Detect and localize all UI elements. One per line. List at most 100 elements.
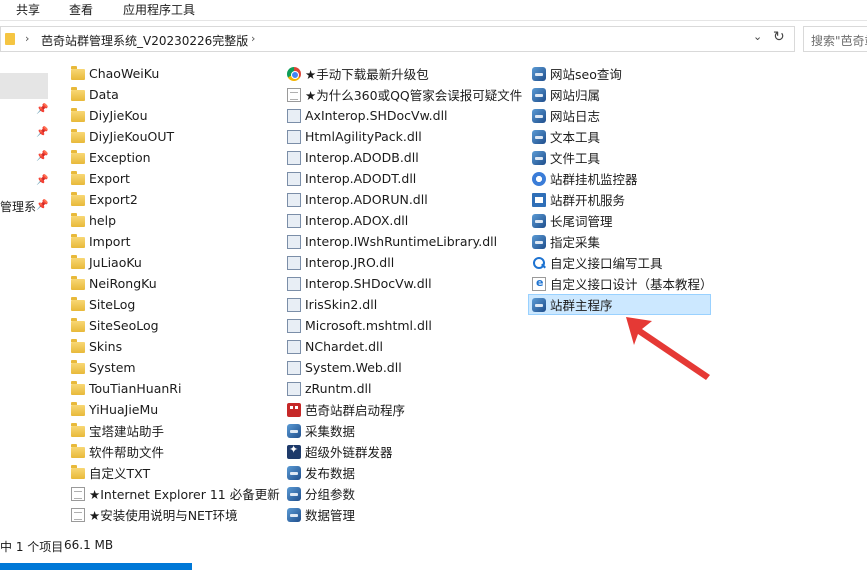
folder-icon	[71, 464, 85, 479]
file-item[interactable]: Interop.JRO.dll	[287, 252, 527, 273]
folder-icon	[71, 422, 85, 437]
folder-icon	[71, 296, 85, 311]
file-item[interactable]: Interop.ADORUN.dll	[287, 189, 527, 210]
file-item[interactable]: 指定采集	[532, 231, 772, 252]
chevron-down-icon[interactable]: ⌄	[753, 30, 762, 43]
file-item[interactable]: 超级外链群发器	[287, 441, 527, 462]
breadcrumb-folder[interactable]: 芭奇站群管理系统_V20230226完整版	[41, 32, 248, 49]
dll-icon	[287, 276, 301, 291]
file-item[interactable]: zRuntm.dll	[287, 378, 527, 399]
file-item[interactable]: Import	[71, 231, 311, 252]
tab-view[interactable]: 查看	[69, 1, 93, 18]
file-item-label: 分组参数	[305, 487, 356, 502]
file-item-label: 宝塔建站助手	[89, 424, 165, 439]
file-item[interactable]: IrisSkin2.dll	[287, 294, 527, 315]
file-item[interactable]: 站群开机服务	[532, 189, 772, 210]
search-input[interactable]: 搜索"芭奇站	[803, 26, 867, 52]
file-item[interactable]: ★手动下载最新升级包	[287, 63, 527, 84]
tab-app-tools[interactable]: 应用程序工具	[123, 1, 195, 18]
dll-icon	[287, 360, 301, 375]
file-item[interactable]: ★为什么360或QQ管家会误报可疑文件	[287, 84, 527, 105]
file-item[interactable]: help	[71, 210, 311, 231]
chevron-right-icon[interactable]: ›	[25, 32, 29, 45]
folder-icon	[71, 107, 85, 122]
file-item[interactable]: SiteLog	[71, 294, 311, 315]
file-item-label: 网站seo查询	[550, 67, 622, 82]
folder-icon	[71, 380, 85, 395]
dll-icon	[287, 297, 301, 312]
pin-icon[interactable]: 📌	[36, 104, 48, 115]
file-item[interactable]: 网站归属	[532, 84, 772, 105]
app-icon	[532, 234, 546, 249]
file-item[interactable]: 网站seo查询	[532, 63, 772, 84]
file-item[interactable]: 数据管理	[287, 504, 527, 525]
file-item[interactable]: Skins	[71, 336, 311, 357]
file-item[interactable]: Data	[71, 84, 311, 105]
file-item[interactable]: NChardet.dll	[287, 336, 527, 357]
file-item[interactable]: 自定义TXT	[71, 462, 311, 483]
file-item[interactable]: DiyJieKou	[71, 105, 311, 126]
chevron-right-icon[interactable]: ›	[251, 32, 255, 45]
file-item[interactable]: Export2	[71, 189, 311, 210]
file-item[interactable]: 芭奇站群启动程序	[287, 399, 527, 420]
file-item[interactable]: 站群挂机监控器	[532, 168, 772, 189]
folder-icon	[71, 170, 85, 185]
file-item[interactable]: 发布数据	[287, 462, 527, 483]
file-item[interactable]: Export	[71, 168, 311, 189]
file-item[interactable]: ★Internet Explorer 11 必备更新	[71, 483, 311, 504]
dll-icon	[287, 381, 301, 396]
pin-icon[interactable]: 📌	[36, 175, 48, 186]
file-item[interactable]: 文件工具	[532, 147, 772, 168]
file-item-label: 芭奇站群启动程序	[305, 403, 406, 418]
nav-selected-item[interactable]	[0, 73, 48, 99]
file-item[interactable]: 自定义接口编写工具	[532, 252, 772, 273]
file-item-label: ★Internet Explorer 11 必备更新	[89, 487, 280, 502]
file-item-label: help	[89, 213, 117, 228]
file-item[interactable]: 站群主程序	[528, 294, 711, 315]
pin-icon[interactable]: 📌	[36, 200, 48, 211]
status-selection: 中 1 个项目	[0, 540, 64, 554]
file-item-label: 网站日志	[550, 109, 601, 124]
file-item[interactable]: 网站日志	[532, 105, 772, 126]
file-item[interactable]: HtmlAgilityPack.dll	[287, 126, 527, 147]
address-bar[interactable]: › 芭奇站群管理系统_V20230226完整版 › ⌄ ↻	[0, 26, 795, 52]
file-item-label: Skins	[89, 339, 123, 354]
file-item[interactable]: Interop.IWshRuntimeLibrary.dll	[287, 231, 527, 252]
file-item[interactable]: ChaoWeiKu	[71, 63, 311, 84]
file-item[interactable]: 软件帮助文件	[71, 441, 311, 462]
file-item[interactable]: DiyJieKouOUT	[71, 126, 311, 147]
pin-icon[interactable]: 📌	[36, 127, 48, 138]
refresh-icon[interactable]: ↻	[773, 29, 785, 45]
file-item[interactable]: System.Web.dll	[287, 357, 527, 378]
file-item[interactable]: Exception	[71, 147, 311, 168]
file-item[interactable]: 自定义接口设计（基本教程）	[532, 273, 772, 294]
dll-icon	[287, 192, 301, 207]
file-item[interactable]: Microsoft.mshtml.dll	[287, 315, 527, 336]
blue-window-icon	[532, 192, 546, 207]
file-item[interactable]: Interop.ADODT.dll	[287, 168, 527, 189]
file-item[interactable]: System	[71, 357, 311, 378]
file-item[interactable]: SiteSeoLog	[71, 315, 311, 336]
file-item[interactable]: 长尾词管理	[532, 210, 772, 231]
tab-share[interactable]: 共享	[16, 1, 40, 18]
app-icon	[287, 486, 301, 501]
file-item-label: System	[89, 360, 136, 375]
file-item[interactable]: YiHuaJieMu	[71, 399, 311, 420]
file-item[interactable]: 宝塔建站助手	[71, 420, 311, 441]
file-item[interactable]: 文本工具	[532, 126, 772, 147]
file-item[interactable]: TouTianHuanRi	[71, 378, 311, 399]
pin-icon[interactable]: 📌	[36, 151, 48, 162]
file-item[interactable]: AxInterop.SHDocVw.dll	[287, 105, 527, 126]
file-item[interactable]: JuLiaoKu	[71, 252, 311, 273]
app-icon	[287, 507, 301, 522]
file-item[interactable]: Interop.SHDocVw.dll	[287, 273, 527, 294]
file-item[interactable]: Interop.ADODB.dll	[287, 147, 527, 168]
file-item[interactable]: Interop.ADOX.dll	[287, 210, 527, 231]
dll-icon	[287, 108, 301, 123]
file-item[interactable]: 分组参数	[287, 483, 527, 504]
file-item[interactable]: ★安装使用说明与NET环境	[71, 504, 311, 525]
dll-icon	[287, 150, 301, 165]
file-item[interactable]: NeiRongKu	[71, 273, 311, 294]
file-item-label: 自定义接口设计（基本教程）	[550, 277, 713, 292]
file-item[interactable]: 采集数据	[287, 420, 527, 441]
